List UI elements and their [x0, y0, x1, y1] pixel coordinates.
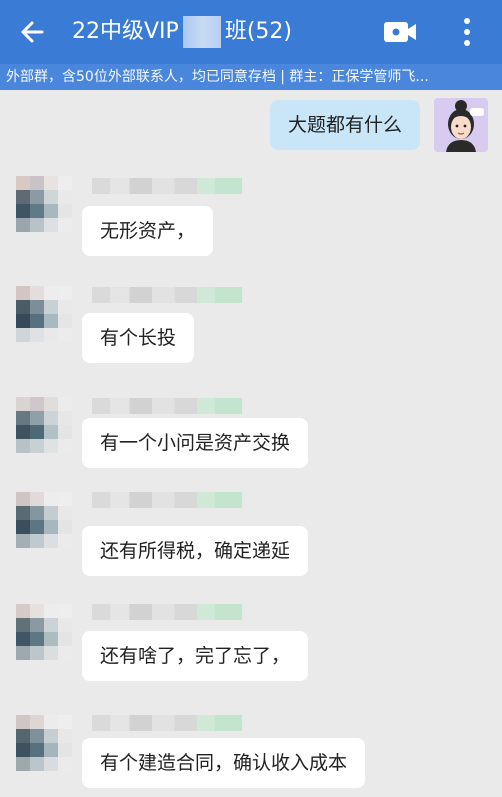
top-app-bar: 22中级VIP 班(52)	[0, 0, 502, 64]
redacted-title-segment	[182, 16, 221, 48]
more-vertical-icon	[464, 18, 470, 46]
sender-avatar[interactable]	[16, 715, 72, 771]
message-bubble[interactable]: 有个建造合同，确认收入成本	[82, 738, 366, 788]
message-bubble[interactable]: 还有啥了，完了忘了，	[82, 631, 309, 681]
chat-title-prefix: 22中级VIP	[72, 19, 179, 44]
chat-title-suffix: 班(52)	[224, 19, 292, 44]
sender-avatar[interactable]	[16, 397, 72, 453]
sender-name-redacted	[92, 492, 242, 508]
sender-name-redacted	[92, 398, 242, 414]
message-bubble[interactable]: 有个长投	[82, 313, 195, 363]
group-notice-bar[interactable]: 外部群，含50位外部联系人，均已同意存档 | 群主：正保学管师飞...	[0, 64, 502, 90]
video-call-icon	[384, 22, 416, 42]
sender-avatar[interactable]	[16, 604, 72, 660]
chat-title: 22中级VIP 班(52)	[72, 14, 292, 50]
sender-name-redacted	[92, 715, 242, 731]
message-bubble[interactable]: 还有所得税，确定递延	[82, 526, 309, 576]
sender-name-redacted	[92, 604, 242, 620]
sender-avatar[interactable]	[16, 176, 72, 232]
more-options-button[interactable]	[452, 12, 482, 52]
cartoon-girl-avatar-icon	[434, 98, 488, 152]
sender-avatar[interactable]	[16, 492, 72, 548]
video-call-button[interactable]	[380, 14, 420, 50]
arrow-left-icon	[21, 21, 44, 43]
back-button[interactable]	[14, 14, 50, 50]
my-message-bubble[interactable]: 大题都有什么	[269, 100, 420, 150]
sender-name-redacted	[92, 287, 242, 303]
message-bubble[interactable]: 无形资产，	[82, 206, 214, 256]
sender-name-redacted	[92, 178, 242, 194]
message-bubble[interactable]: 有一个小问是资产交换	[82, 418, 309, 468]
sender-avatar[interactable]	[16, 286, 72, 342]
my-avatar[interactable]	[434, 98, 488, 152]
